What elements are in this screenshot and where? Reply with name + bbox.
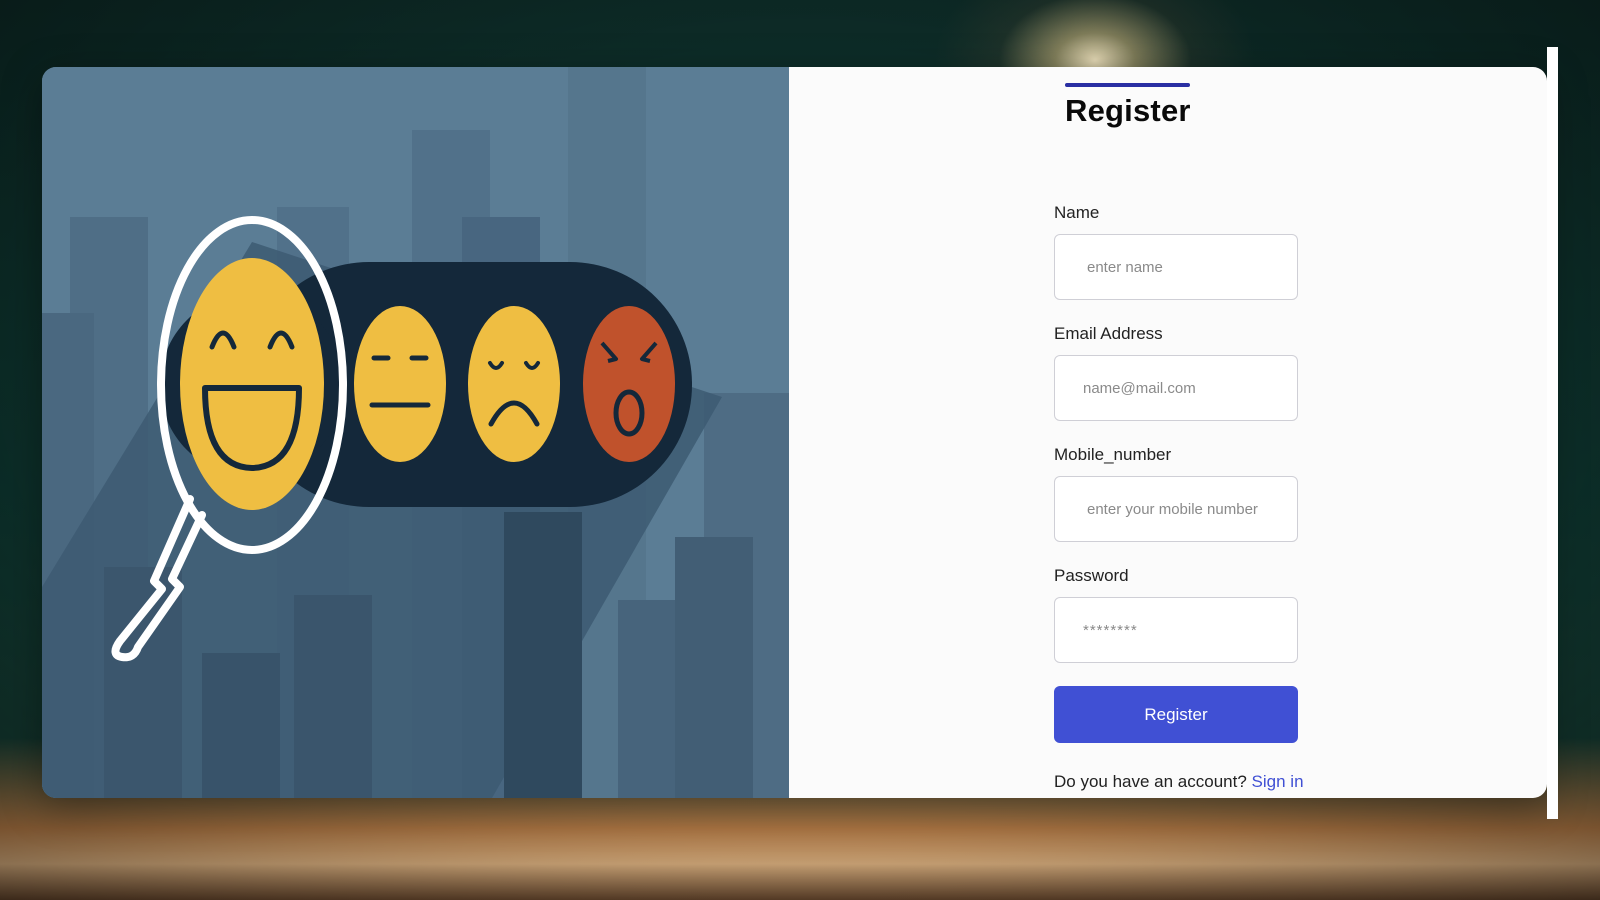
happy-face-icon [180,258,324,510]
name-label: Name [1054,203,1100,222]
scrollbar[interactable] [1547,47,1558,819]
mobile-number-input[interactable] [1054,476,1298,542]
register-card: Register Name Email Address Mobile_numbe… [42,67,1547,798]
account-prompt-text: Do you have an account? [1054,772,1247,791]
name-input[interactable] [1054,234,1298,300]
register-button[interactable]: Register [1054,686,1298,743]
signin-link[interactable]: Sign in [1252,772,1304,791]
page-title: Register [1065,93,1191,128]
title-block: Register [1065,83,1191,129]
title-underline [1065,83,1190,87]
sad-face-icon [468,306,560,462]
password-label: Password [1054,566,1129,585]
signin-prompt: Do you have an account? Sign in [1054,772,1304,792]
angry-face-icon [583,306,675,462]
password-input[interactable] [1054,597,1298,663]
register-form-panel: Register Name Email Address Mobile_numbe… [789,67,1547,798]
register-form: Name Email Address Mobile_number Passwor… [1054,203,1304,792]
neutral-face-icon [354,306,446,462]
mobile-number-label: Mobile_number [1054,445,1172,464]
illustration-svg [42,67,789,798]
email-label: Email Address [1054,324,1163,343]
feedback-illustration [42,67,789,798]
email-input[interactable] [1054,355,1298,421]
